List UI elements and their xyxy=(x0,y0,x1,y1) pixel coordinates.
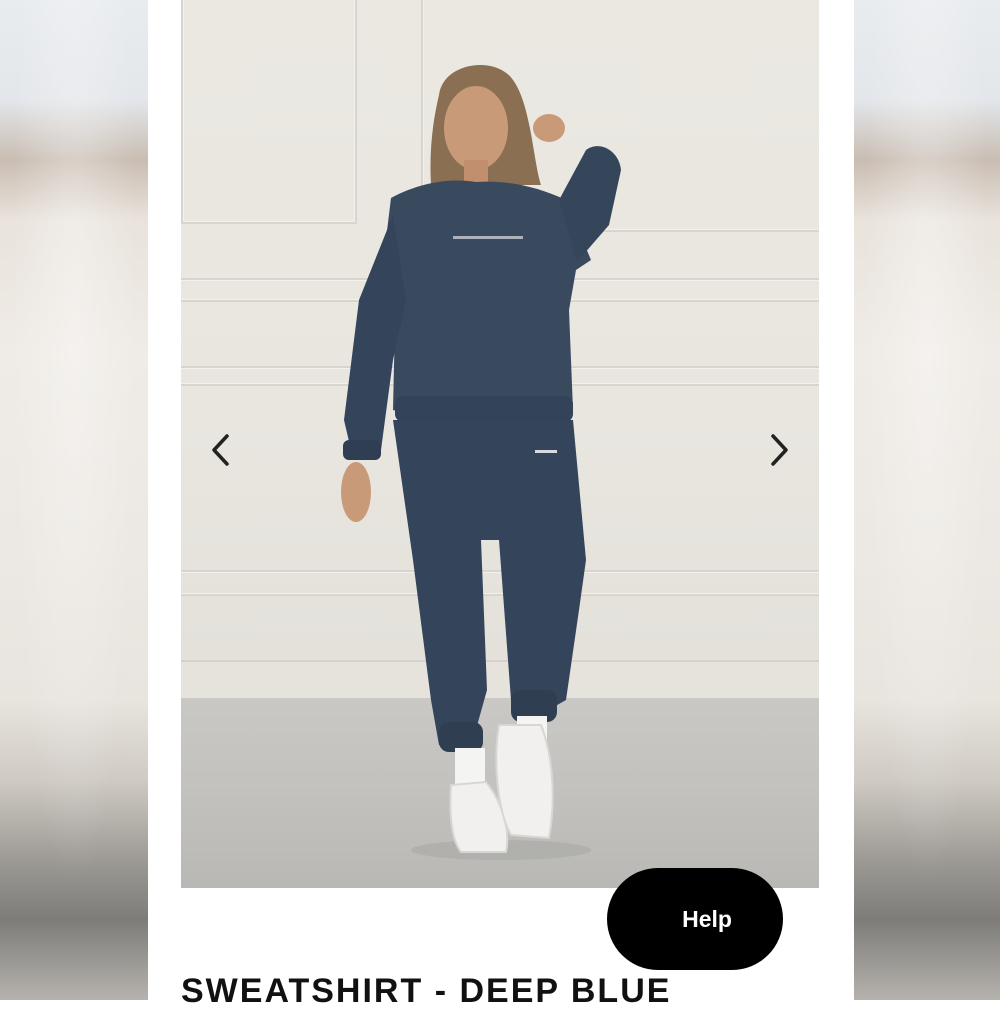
blurred-background-left xyxy=(0,0,148,1000)
product-image[interactable] xyxy=(181,0,819,888)
carousel-prev-button[interactable] xyxy=(201,430,241,470)
model-figure xyxy=(341,64,621,860)
help-button-label: Help xyxy=(682,905,732,932)
chevron-left-icon xyxy=(212,434,229,466)
help-button[interactable]: Help xyxy=(607,868,783,970)
chevron-right-icon xyxy=(771,434,788,466)
product-title: SWEATSHIRT - DEEP BLUE xyxy=(181,972,672,1010)
product-card: Help SWEATSHIRT - DEEP BLUE xyxy=(148,0,854,1010)
blurred-background-right xyxy=(854,0,1000,1000)
carousel-next-button[interactable] xyxy=(759,430,799,470)
